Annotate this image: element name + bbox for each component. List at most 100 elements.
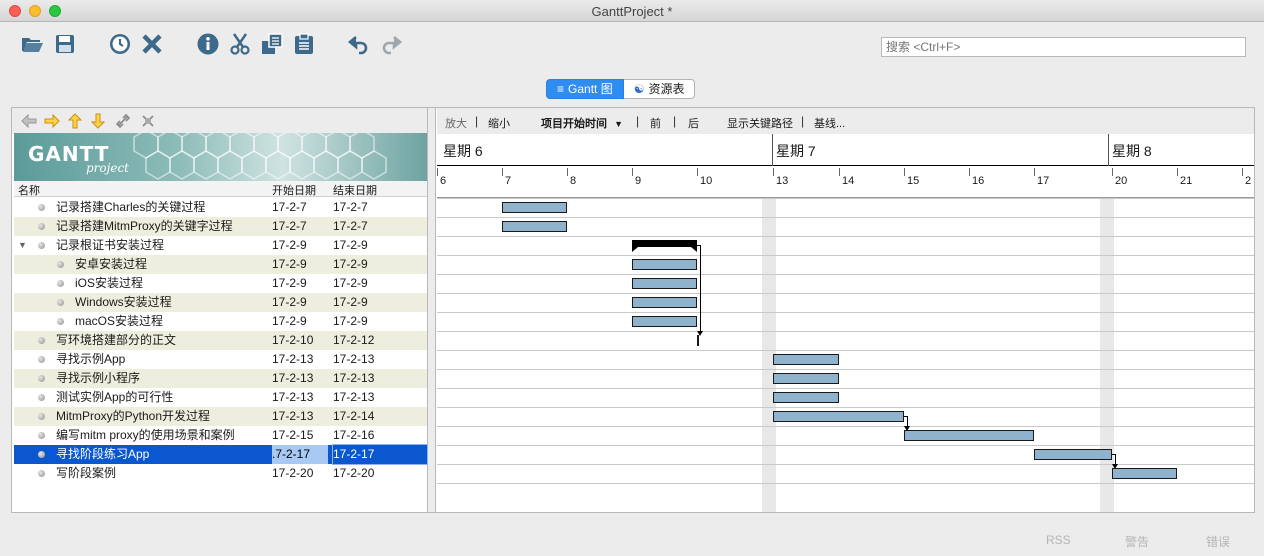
task-end-date[interactable]: 17-2-9 <box>333 274 368 293</box>
task-name[interactable]: macOS安装过程 <box>75 312 163 331</box>
table-row[interactable]: 安卓安装过程 17-2-9 17-2-9 <box>14 255 427 274</box>
task-bar[interactable] <box>502 202 567 213</box>
undo-icon[interactable] <box>347 32 371 56</box>
task-bar[interactable] <box>1034 449 1112 460</box>
task-end-date[interactable]: 17-2-14 <box>333 407 374 426</box>
task-end-date[interactable]: 17-2-13 <box>333 369 374 388</box>
table-row[interactable]: macOS安装过程 17-2-9 17-2-9 <box>14 312 427 331</box>
table-row[interactable]: MitmProxy的Python开发过程 17-2-13 17-2-14 <box>14 407 427 426</box>
task-start-date[interactable]: 17-2-13 <box>272 350 313 369</box>
table-row[interactable]: 记录搭建Charles的关键过程 17-2-7 17-2-7 <box>14 198 427 217</box>
table-row[interactable]: 编写mitm proxy的使用场景和案例 17-2-15 17-2-16 <box>14 426 427 445</box>
clock-icon[interactable] <box>108 32 132 56</box>
task-end-date[interactable]: 17-2-9 <box>333 236 368 255</box>
task-end-date[interactable]: 17-2-16 <box>333 426 374 445</box>
task-end-date[interactable]: 17-2-20 <box>333 464 374 483</box>
task-start-date[interactable]: 17-2-13 <box>272 369 313 388</box>
task-start-date[interactable]: 17-2-9 <box>272 312 307 331</box>
task-end-date[interactable]: 17-2-9 <box>333 255 368 274</box>
task-bar[interactable] <box>773 373 839 384</box>
baseline-button[interactable]: 基线... <box>814 115 845 131</box>
search-input[interactable] <box>881 37 1246 57</box>
zoom-out-button[interactable]: 缩小 <box>488 115 510 131</box>
task-start-date[interactable]: 17-2-20 <box>272 464 313 483</box>
task-end-date[interactable]: 17-2-12 <box>333 331 374 350</box>
task-name[interactable]: 寻找示例小程序 <box>56 369 140 388</box>
table-row[interactable]: 测试实例App的可行性 17-2-13 17-2-13 <box>14 388 427 407</box>
task-name[interactable]: 编写mitm proxy的使用场景和案例 <box>56 426 235 445</box>
task-bar[interactable] <box>632 259 697 270</box>
table-row[interactable]: 寻找示例App 17-2-13 17-2-13 <box>14 350 427 369</box>
warnings-link[interactable]: 警告 <box>1125 533 1149 550</box>
unlink-icon[interactable] <box>140 113 156 129</box>
task-name[interactable]: iOS安装过程 <box>75 274 143 293</box>
next-button[interactable]: 后 <box>688 115 699 131</box>
summary-bar[interactable] <box>632 240 697 252</box>
move-up-arrow-icon[interactable] <box>67 113 83 129</box>
task-bar[interactable] <box>1112 468 1177 479</box>
task-name[interactable]: 记录搭建Charles的关键过程 <box>56 198 205 217</box>
paste-icon[interactable] <box>292 32 316 56</box>
move-down-arrow-icon[interactable] <box>90 113 106 129</box>
task-end-date[interactable]: 17-2-13 <box>333 350 374 369</box>
task-end-date[interactable]: 17-2-13 <box>333 388 374 407</box>
task-end-date[interactable]: 17-2-9 <box>333 312 368 331</box>
task-bar[interactable] <box>632 278 697 289</box>
panel-splitter[interactable] <box>428 108 436 512</box>
tab-resources[interactable]: ☯ 资源表 <box>623 79 696 99</box>
task-name[interactable]: 写环境搭建部分的正文 <box>56 331 176 350</box>
close-x-icon[interactable] <box>140 32 164 56</box>
task-start-date[interactable]: 17-2-9 <box>272 293 307 312</box>
task-name[interactable]: 写阶段案例 <box>56 464 116 483</box>
task-bar[interactable] <box>502 221 567 232</box>
task-name[interactable]: 寻找阶段练习App <box>56 445 149 464</box>
task-name[interactable]: MitmProxy的Python开发过程 <box>56 407 210 426</box>
task-name[interactable]: 寻找示例App <box>56 350 125 369</box>
task-bar[interactable] <box>904 430 1034 441</box>
task-start-date[interactable]: 17-2-13 <box>272 407 313 426</box>
task-start-date[interactable]: 17-2-9 <box>272 255 307 274</box>
task-bar[interactable] <box>773 411 904 422</box>
task-name[interactable]: 记录搭建MitmProxy的关键字过程 <box>56 217 233 236</box>
task-bar[interactable] <box>773 392 839 403</box>
scissors-icon[interactable] <box>228 32 252 56</box>
task-end-date[interactable]: 17-2-7 <box>333 217 368 236</box>
task-bar[interactable] <box>773 354 839 365</box>
table-row[interactable]: Windows安装过程 17-2-9 17-2-9 <box>14 293 427 312</box>
task-start-date[interactable]: 17-2-10 <box>272 331 313 350</box>
task-start-date[interactable]: 17-2-13 <box>272 388 313 407</box>
table-row[interactable]: iOS安装过程 17-2-9 17-2-9 <box>14 274 427 293</box>
tab-gantt[interactable]: ≡ Gantt 图 <box>546 79 624 99</box>
redo-icon[interactable] <box>379 32 403 56</box>
task-name[interactable]: Windows安装过程 <box>75 293 172 312</box>
column-name-header[interactable]: 名称 <box>18 182 40 198</box>
table-row[interactable]: ▼ 记录根证书安装过程 17-2-9 17-2-9 <box>14 236 427 255</box>
task-bar[interactable] <box>632 316 697 327</box>
indent-right-arrow-icon[interactable] <box>44 113 60 129</box>
task-end-date[interactable]: 17-2-7 <box>333 198 368 217</box>
task-start-date[interactable]: 17-2-9 <box>272 274 307 293</box>
task-name[interactable]: 测试实例App的可行性 <box>56 388 173 407</box>
prev-button[interactable]: 前 <box>650 115 661 131</box>
open-folder-icon[interactable] <box>20 32 44 56</box>
task-end-date[interactable]: 17-2-9 <box>333 293 368 312</box>
task-start-date[interactable]: 17-2-15 <box>272 426 313 445</box>
table-row[interactable]: 寻找示例小程序 17-2-13 17-2-13 <box>14 369 427 388</box>
table-row[interactable]: 写阶段案例 17-2-20 17-2-20 <box>14 464 427 483</box>
link-icon[interactable] <box>115 113 131 129</box>
table-row[interactable]: 写环境搭建部分的正文 17-2-10 17-2-12 <box>14 331 427 350</box>
table-row[interactable]: 记录搭建MitmProxy的关键字过程 17-2-7 17-2-7 <box>14 217 427 236</box>
task-end-date[interactable]: 17-2-17 <box>332 444 428 465</box>
column-start-header[interactable]: 开始日期 <box>272 182 316 198</box>
task-start-date[interactable]: 17-2-7 <box>272 198 307 217</box>
task-name[interactable]: 记录根证书安装过程 <box>56 236 164 255</box>
rss-link[interactable]: RSS <box>1046 533 1071 547</box>
task-bar[interactable] <box>697 335 699 346</box>
errors-link[interactable]: 错误 <box>1206 533 1230 550</box>
unindent-left-arrow-icon[interactable] <box>21 113 37 129</box>
expand-triangle-icon[interactable]: ▼ <box>18 236 27 255</box>
copy-icon[interactable] <box>260 32 284 56</box>
task-start-date[interactable]: 17-2-7 <box>272 217 307 236</box>
task-start-date[interactable]: .7-2-17 <box>272 445 328 464</box>
info-icon[interactable] <box>196 32 220 56</box>
